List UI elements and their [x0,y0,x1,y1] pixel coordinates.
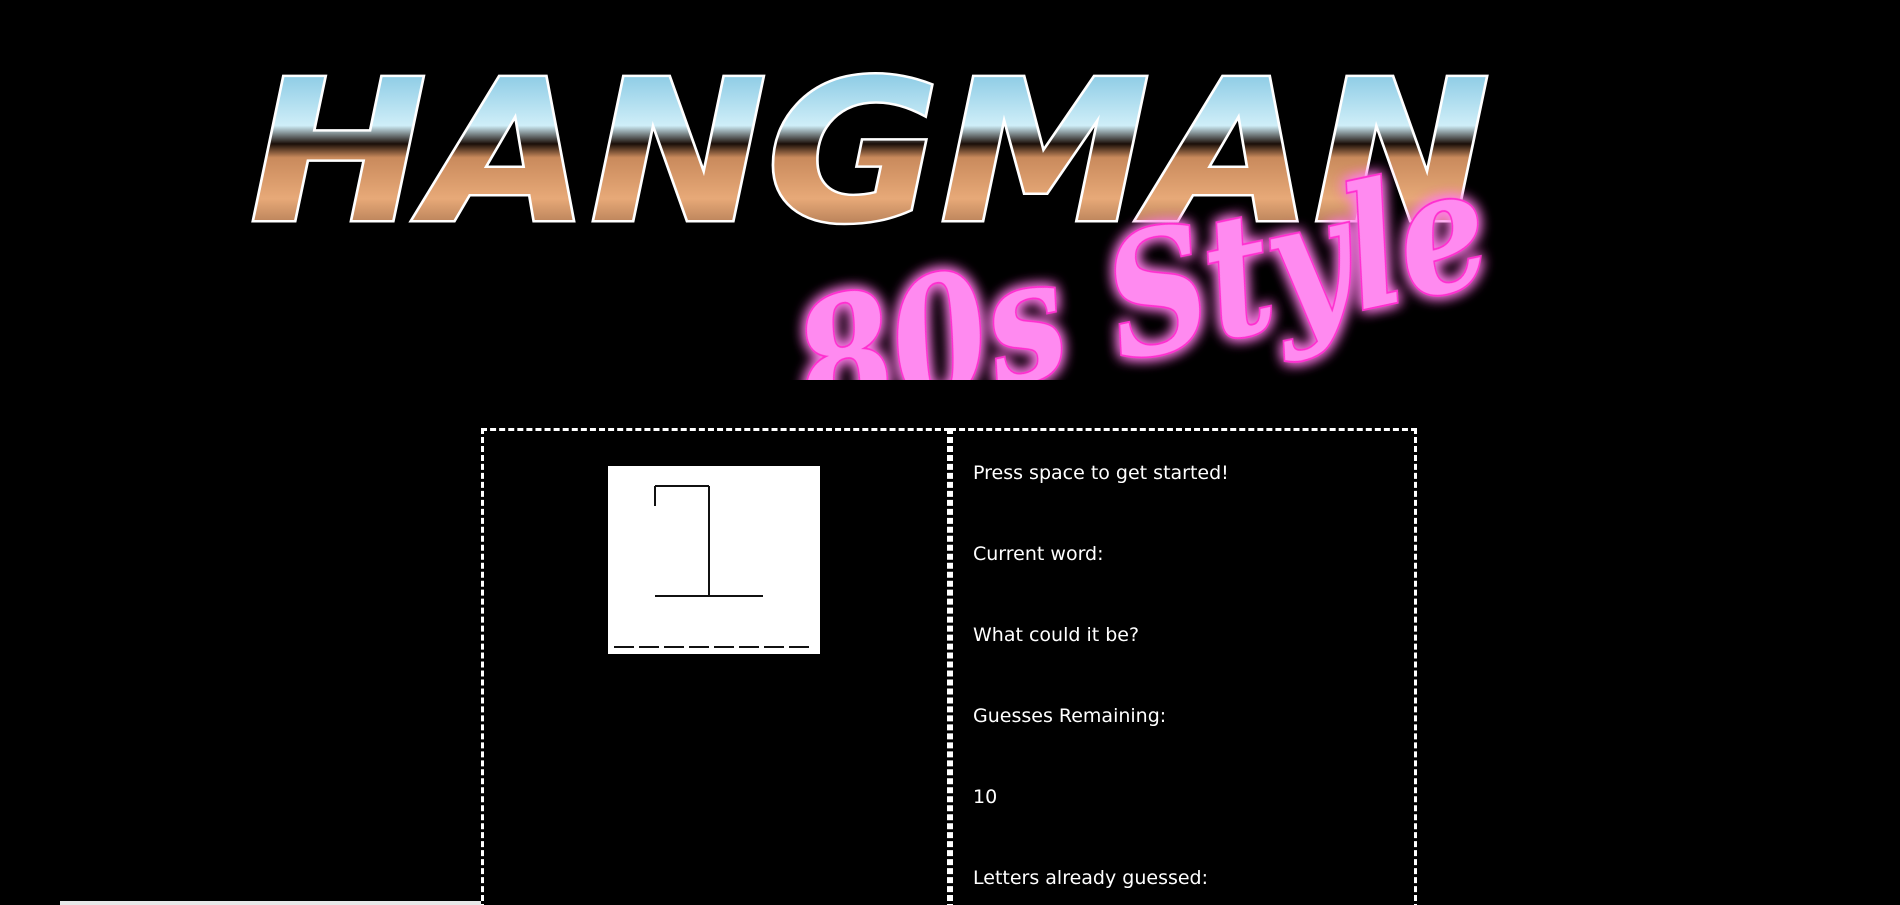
gallows-icon [654,485,763,597]
guesses-remaining-value: 10 [973,786,998,808]
title-logo: HANGMAN 80s Style [250,40,1530,380]
hint-label: What could it be? [973,624,1140,646]
bottom-strip [60,901,481,905]
status-panel: Press space to get started! Current word… [950,428,1417,905]
start-prompt: Press space to get started! [973,462,1229,484]
game-board: Press space to get started! Current word… [481,428,1417,905]
guesses-remaining-label: Guesses Remaining: [973,705,1167,727]
letters-guessed-label: Letters already guessed: [973,867,1209,889]
hangman-panel [481,428,950,905]
current-word-label: Current word: [973,543,1104,565]
hangman-image [608,466,820,654]
